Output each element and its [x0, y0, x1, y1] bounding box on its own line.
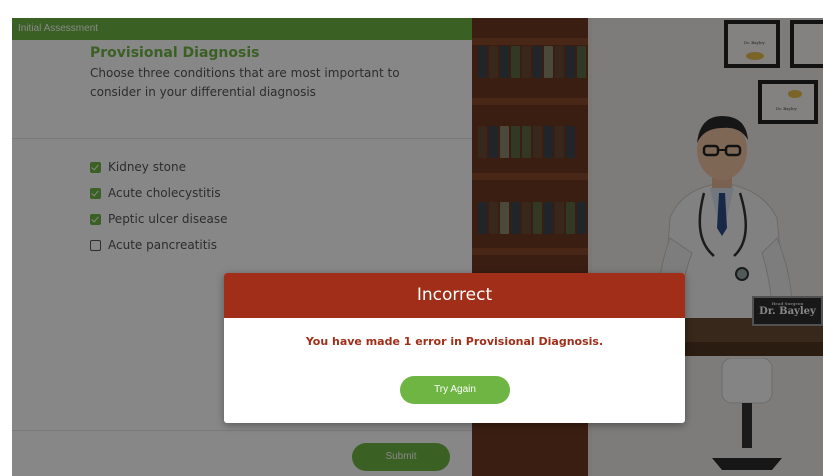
dialog-title: Incorrect — [224, 273, 685, 318]
incorrect-dialog: Incorrect You have made 1 error in Provi… — [224, 273, 685, 423]
try-again-button[interactable]: Try Again — [400, 376, 510, 404]
dialog-message: You have made 1 error in Provisional Dia… — [305, 335, 604, 348]
app-window: Dr. Bayley Dr. Bayley Head Surgeon Dr. B… — [12, 18, 823, 476]
